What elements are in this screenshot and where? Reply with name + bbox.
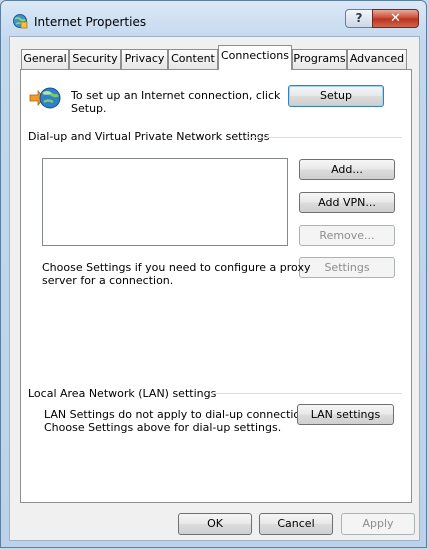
lan-settings-button[interactable]: LAN settings: [297, 404, 394, 425]
internet-options-icon: [13, 14, 28, 29]
remove-button[interactable]: Remove...: [299, 225, 395, 246]
window-title: Internet Properties: [34, 15, 147, 29]
setup-instruction-line1: To set up an Internet connection, click: [71, 89, 281, 102]
dialup-heading: Dial-up and Virtual Private Network sett…: [28, 130, 270, 143]
internet-properties-window: Internet Properties ? ✕ General Security…: [0, 0, 427, 548]
tab-privacy[interactable]: Privacy: [121, 49, 168, 69]
tab-advanced[interactable]: Advanced: [347, 49, 407, 69]
close-button[interactable]: ✕: [372, 9, 419, 28]
dialup-divider: [245, 137, 402, 138]
tab-security[interactable]: Security: [69, 49, 121, 69]
add-button[interactable]: Add...: [299, 159, 395, 180]
tab-content[interactable]: Content: [168, 49, 218, 69]
cancel-button[interactable]: Cancel: [259, 513, 333, 535]
internet-connection-icon: [29, 87, 61, 109]
connections-listbox[interactable]: [42, 158, 288, 246]
tab-programs[interactable]: Programs: [292, 49, 347, 69]
ok-button[interactable]: OK: [178, 513, 252, 535]
apply-button[interactable]: Apply: [341, 513, 415, 535]
proxy-instruction-line1: Choose Settings if you need to configure…: [42, 261, 311, 274]
proxy-instruction-line2: server for a connection.: [42, 274, 174, 287]
setup-button[interactable]: Setup: [288, 85, 384, 107]
lan-heading: Local Area Network (LAN) settings: [28, 387, 217, 400]
dialog-client-area: General Security Privacy Content Connect…: [9, 36, 420, 541]
lan-instruction-line1: LAN Settings do not apply to dial-up con…: [44, 408, 317, 421]
tab-connections[interactable]: Connections: [218, 45, 292, 70]
setup-instruction-line2: Setup.: [71, 102, 107, 115]
tab-general[interactable]: General: [21, 49, 69, 69]
title-bar[interactable]: Internet Properties ? ✕: [1, 1, 426, 35]
lan-instruction-line2: Choose Settings above for dial-up settin…: [44, 421, 282, 434]
connections-panel: To set up an Internet connection, click …: [20, 69, 412, 503]
help-button[interactable]: ?: [345, 9, 373, 28]
add-vpn-button[interactable]: Add VPN...: [299, 192, 395, 213]
settings-button[interactable]: Settings: [299, 257, 395, 278]
lan-divider: [211, 393, 402, 394]
